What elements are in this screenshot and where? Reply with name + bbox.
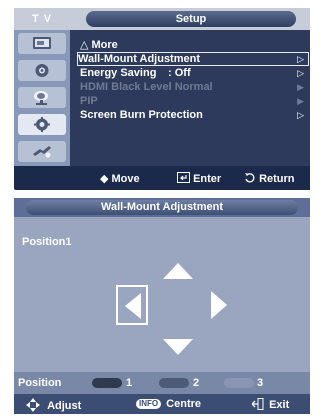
- menu-item-label: △ More: [80, 39, 118, 51]
- enter-icon: [177, 172, 190, 183]
- wall-mount-title: Wall-Mount Adjustment: [26, 200, 298, 215]
- menu-item-label: PIP: [80, 95, 98, 107]
- position-label: Position1: [22, 236, 72, 248]
- menu-item-value: : Normal: [168, 81, 213, 93]
- picture-icon: [33, 37, 51, 49]
- info-button-icon: INFO: [136, 399, 162, 409]
- menu-item-energy-saving[interactable]: Energy Saving : Off ▷: [80, 67, 308, 79]
- setup-icon: [34, 117, 50, 132]
- setup-menu-title: Setup: [86, 11, 296, 27]
- down-arrow-icon[interactable]: [162, 338, 194, 356]
- sidebar-item-channel[interactable]: [18, 87, 66, 108]
- submenu-arrow-icon: ▶: [297, 96, 304, 106]
- return-hint: Return: [244, 172, 295, 185]
- channel-icon: [34, 91, 48, 105]
- menu-item-screen-burn[interactable]: Screen Burn Protection ▷: [80, 109, 308, 121]
- submenu-arrow-icon: ▶: [297, 82, 304, 92]
- position-slot-2-label: 2: [193, 377, 200, 389]
- input-icon: [33, 146, 51, 158]
- right-arrow-icon[interactable]: [210, 290, 228, 320]
- return-icon: [245, 173, 255, 183]
- exit-hint: Exit: [251, 398, 289, 411]
- menu-item-label: HDMI Black Level: [80, 81, 172, 93]
- menu-item-hdmi-black-level: HDMI Black Level: Normal ▶: [80, 81, 308, 93]
- submenu-arrow-icon: ▷: [297, 68, 304, 78]
- position-slot-2[interactable]: [159, 378, 189, 388]
- adjust-hint: Adjust: [26, 398, 81, 412]
- sidebar-item-input[interactable]: [18, 141, 66, 162]
- submenu-arrow-icon: ▷: [297, 54, 304, 64]
- setup-menu-header: T V Setup: [14, 8, 310, 30]
- centre-hint: INFO Centre: [136, 398, 201, 410]
- menu-item-label: Wall-Mount Adjustment: [78, 53, 200, 65]
- up-arrow-icon[interactable]: [162, 262, 194, 280]
- sidebar-item-picture[interactable]: [18, 33, 66, 54]
- menu-item-pip: PIP ▶: [80, 95, 308, 107]
- position-slot-1[interactable]: [92, 378, 122, 388]
- position-bar: Position 1 2 3: [14, 372, 310, 394]
- sidebar-item-setup[interactable]: [18, 114, 66, 135]
- four-way-arrow-icon: [26, 398, 40, 412]
- enter-hint: Enter: [177, 172, 221, 185]
- menu-item-value: : Off: [168, 67, 191, 79]
- category-sidebar: [14, 30, 70, 166]
- menu-item-more[interactable]: △ More: [80, 39, 308, 51]
- menu-item-label: Screen Burn Protection: [80, 109, 203, 121]
- sound-icon: [35, 64, 49, 77]
- position-slot-3[interactable]: [224, 378, 254, 388]
- move-hint: ◆ Move: [100, 173, 140, 185]
- submenu-arrow-icon: ▷: [297, 110, 304, 120]
- wall-mount-header: Wall-Mount Adjustment: [14, 198, 310, 217]
- position-bar-label: Position: [18, 377, 62, 389]
- setup-options-list: △ More Wall-Mount Adjustment ▷ Energy Sav…: [70, 30, 310, 166]
- sidebar-item-sound[interactable]: [18, 60, 66, 81]
- source-tab[interactable]: T V: [14, 8, 70, 30]
- wall-mount-panel: Wall-Mount Adjustment Position1 Position…: [14, 198, 310, 414]
- left-arrow-selection-box[interactable]: [116, 285, 148, 325]
- position-slot-3-label: 3: [257, 377, 264, 389]
- menu-item-label: Energy Saving: [80, 67, 157, 79]
- left-arrow-icon: [125, 293, 141, 319]
- wall-mount-footer: Adjust INFO Centre Exit: [14, 394, 310, 414]
- setup-menu-footer: ◆ Move Enter Return: [70, 166, 310, 190]
- menu-item-wall-mount[interactable]: Wall-Mount Adjustment ▷: [77, 52, 309, 66]
- setup-menu-panel: T V Setup △ More Wall-Mount Adjustment ▷…: [14, 8, 310, 190]
- exit-icon: [251, 398, 264, 410]
- position-slot-1-label: 1: [126, 377, 133, 389]
